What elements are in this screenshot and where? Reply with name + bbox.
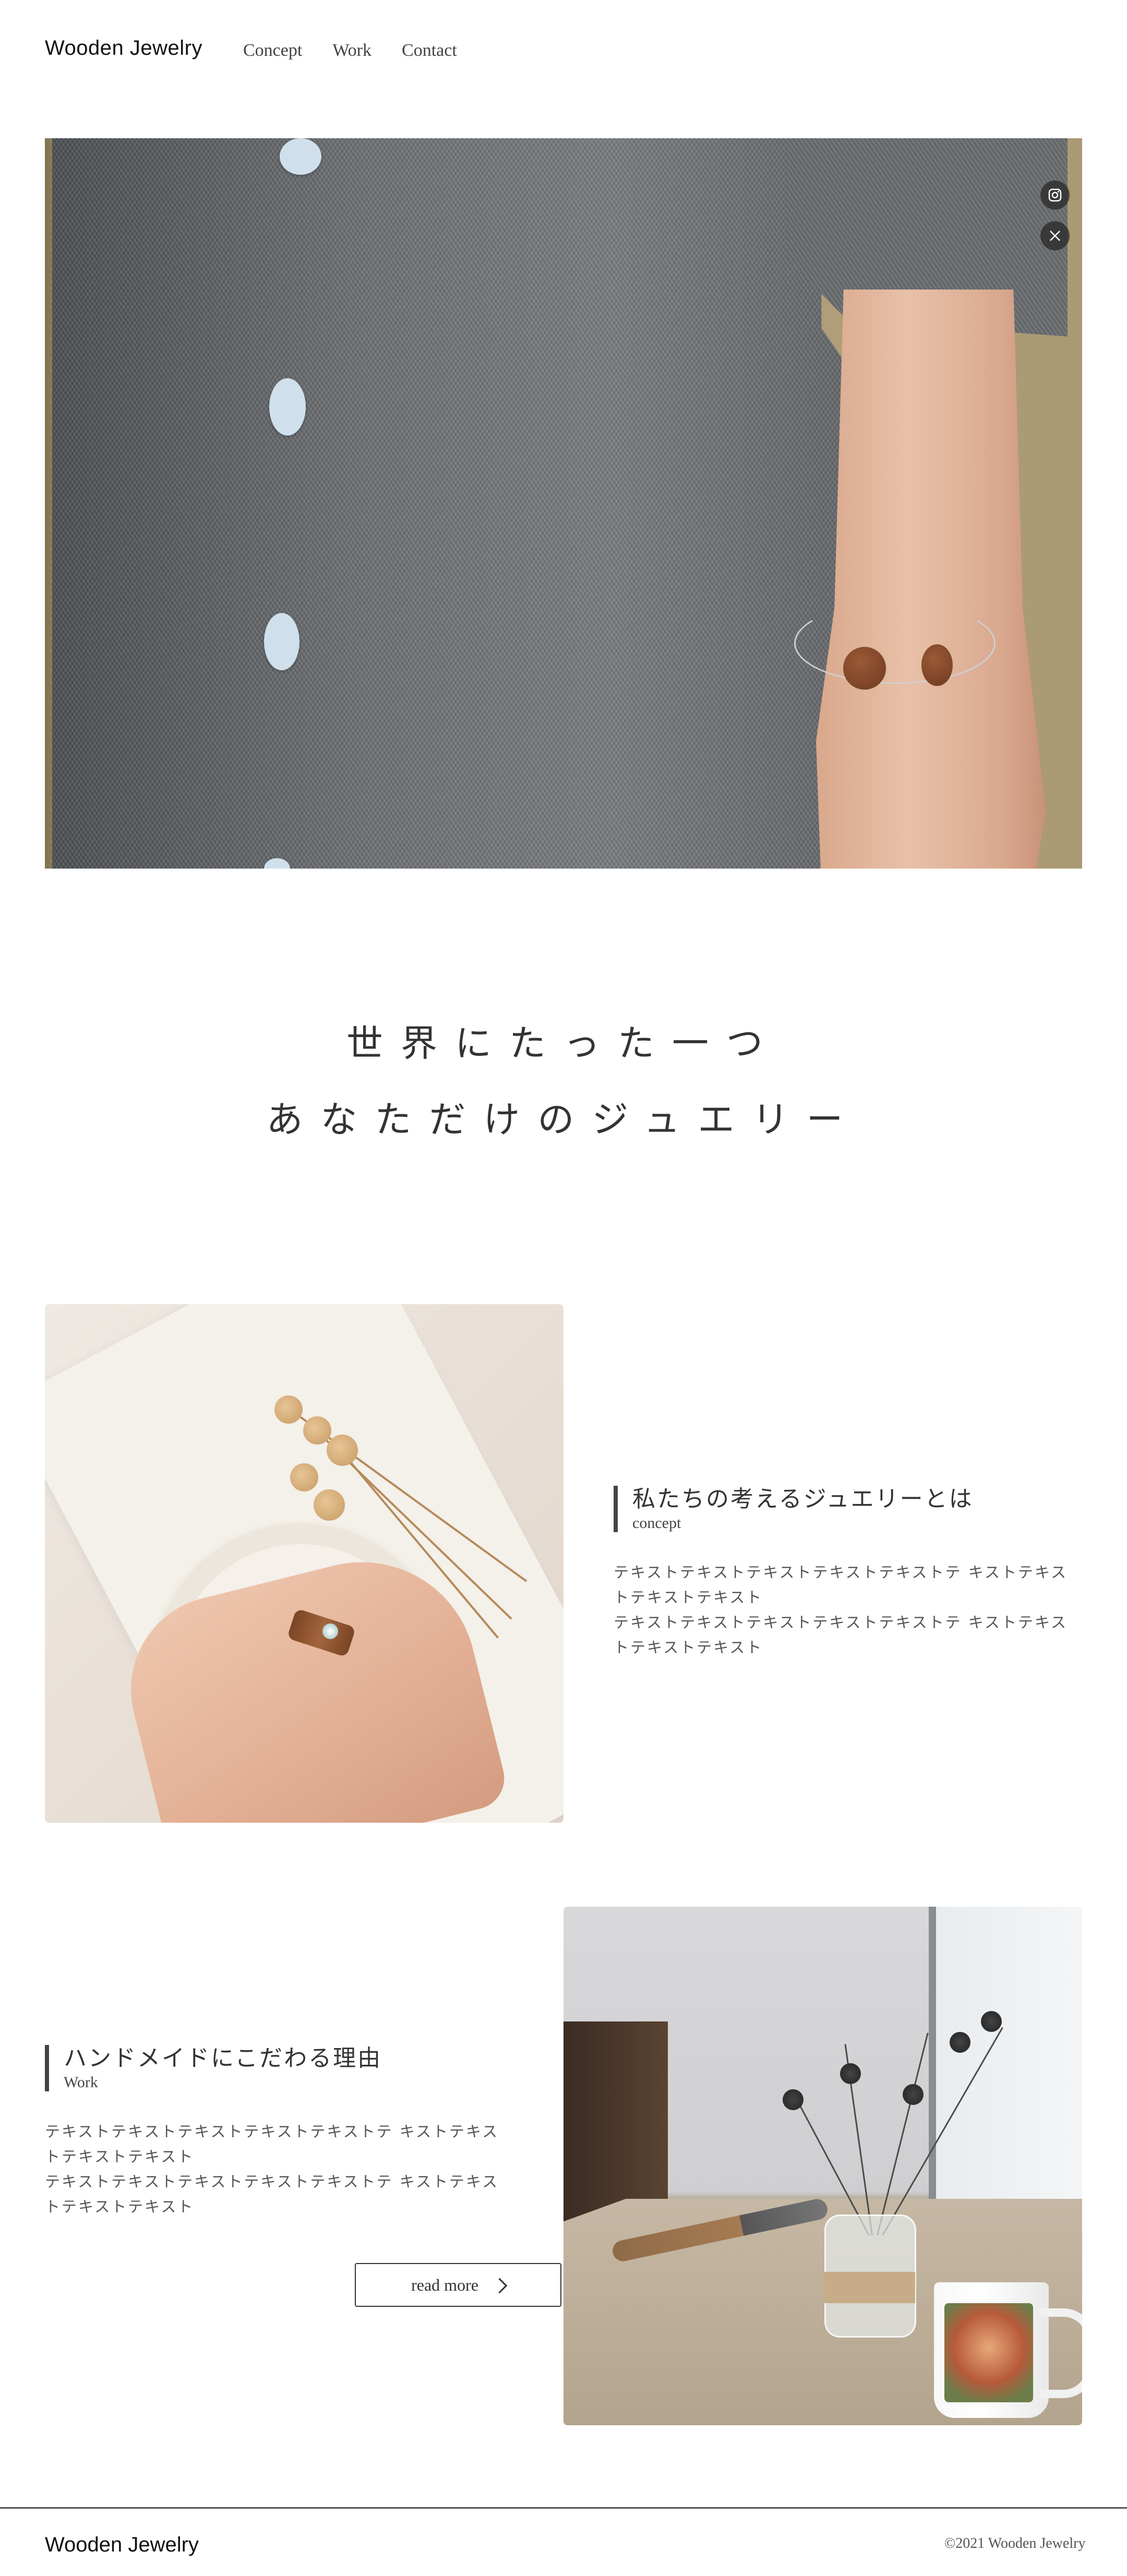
dry-flower <box>840 2063 861 2084</box>
image-window <box>929 1907 1082 2230</box>
read-more-button[interactable]: read more <box>355 2263 561 2307</box>
hero-image <box>45 138 1082 869</box>
flower-bud <box>274 1395 303 1424</box>
dry-flower <box>981 2011 1002 2032</box>
wood-bead <box>843 647 886 690</box>
jar-twine <box>823 2272 915 2303</box>
nav-contact[interactable]: Contact <box>402 41 457 61</box>
wood-bead <box>921 644 953 686</box>
flower-bud <box>327 1435 358 1466</box>
dry-flower <box>903 2084 924 2105</box>
work-subtitle: Work <box>64 2073 98 2091</box>
flower-bud <box>290 1463 318 1491</box>
dry-flower <box>950 2032 970 2053</box>
mug-print <box>944 2303 1033 2402</box>
work-title: ハンドメイドにこだわる理由 <box>64 2045 382 2072</box>
copyright: ©2021 Wooden Jewelry <box>944 2535 1086 2551</box>
footer-divider <box>0 2507 1127 2509</box>
catch-copy-line1: 世界にたった一つ <box>346 1022 781 1065</box>
dress-button <box>280 138 321 175</box>
dress-button <box>264 613 299 670</box>
x-icon[interactable] <box>1040 221 1070 250</box>
work-image <box>564 1907 1082 2425</box>
nav-work[interactable]: Work <box>332 41 371 61</box>
work-heading: ハンドメイドにこだわる理由 Work <box>45 2045 382 2091</box>
site-logo[interactable]: Wooden Jewelry <box>45 37 202 60</box>
instagram-icon[interactable] <box>1040 180 1070 210</box>
concept-subtitle: concept <box>632 1514 681 1532</box>
catch-copy-line2: あなただけのジュエリー <box>266 1098 861 1141</box>
dry-flower <box>783 2089 804 2110</box>
read-more-label: read more <box>411 2275 478 2294</box>
flower-bud <box>314 1489 345 1521</box>
concept-body: テキストテキストテキストテキストテキストテ キストテキストテキストテキスト テキ… <box>614 1563 1068 1656</box>
hero-arm <box>816 290 1046 869</box>
work-body: テキストテキストテキストテキストテキストテ キストテキストテキストテキスト テキ… <box>45 2123 499 2216</box>
main-nav: Concept Work Contact <box>243 41 457 61</box>
concept-title: 私たちの考えるジュエリーとは <box>632 1486 974 1512</box>
dress-button <box>269 378 306 436</box>
ring-stone <box>322 1623 338 1639</box>
chevron-right-icon <box>491 2278 508 2293</box>
bangle <box>794 603 996 684</box>
nav-concept[interactable]: Concept <box>243 41 302 61</box>
concept-image <box>45 1304 564 1823</box>
concept-heading: 私たちの考えるジュエリーとは concept <box>614 1486 974 1532</box>
flower-bud <box>303 1416 331 1445</box>
mug-handle <box>1039 2308 1082 2398</box>
footer-logo[interactable]: Wooden Jewelry <box>45 2533 199 2557</box>
